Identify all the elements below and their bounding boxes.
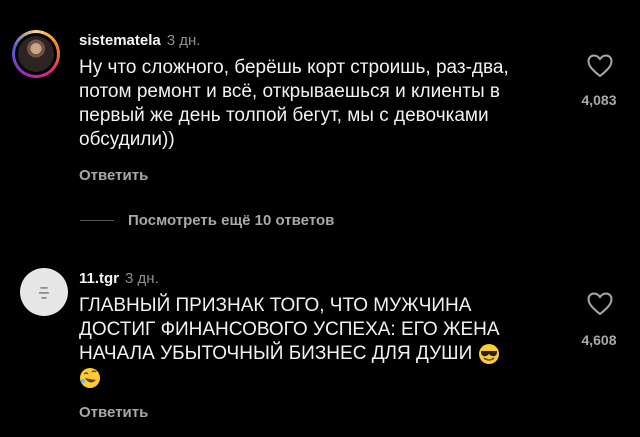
timestamp: 3 дн. (166, 32, 201, 49)
reply-button[interactable]: Ответить (79, 167, 148, 184)
heart-icon (587, 54, 613, 78)
comment-header: sistematela 3 дн. (79, 32, 200, 49)
comment-text-body: ГЛАВНЫЙ ПРИЗНАК ТОГО, ЧТО МУЖЧИНА ДОСТИГ… (79, 295, 500, 364)
comment-text: Ну что сложного, берёшь корт строишь, ра… (79, 57, 509, 150)
comment-text: ГЛАВНЫЙ ПРИЗНАК ТОГО, ЧТО МУЖЧИНА ДОСТИГ… (79, 294, 549, 390)
avatar[interactable]: ▬▬▬ ▬▬▬▬ ▬▬ (20, 268, 68, 316)
comment-header: 11.tgr 3 дн. (79, 270, 159, 287)
username[interactable]: 11.tgr (79, 270, 119, 287)
comment-1: sistematela 3 дн. Ну что сложного, берёшь… (0, 30, 640, 200)
avatar-logo: ▬▬▬ ▬▬▬▬ ▬▬ (39, 284, 49, 300)
view-more-replies-label: Посмотреть ещё 10 ответов (128, 212, 335, 229)
username[interactable]: sistematela (79, 32, 161, 49)
comment-2: ▬▬▬ ▬▬▬▬ ▬▬ 11.tgr 3 дн. ГЛАВНЫЙ ПРИЗНАК ТО… (0, 268, 640, 428)
view-more-replies[interactable]: Посмотреть ещё 10 ответов (80, 212, 334, 229)
heart-icon (587, 292, 613, 316)
avatar (18, 36, 54, 72)
reply-button[interactable]: Ответить (79, 404, 148, 421)
like-count: 4,608 (581, 332, 617, 348)
avatar-story-ring[interactable] (12, 30, 60, 78)
smiling-face-with-sunglasses-icon (478, 343, 499, 364)
like-button[interactable] (580, 52, 620, 80)
rolling-on-the-floor-laughing-icon (80, 367, 100, 388)
like-button[interactable] (580, 290, 620, 318)
divider-line (80, 220, 114, 221)
like-count: 4,083 (581, 92, 617, 108)
timestamp: 3 дн. (125, 270, 159, 287)
